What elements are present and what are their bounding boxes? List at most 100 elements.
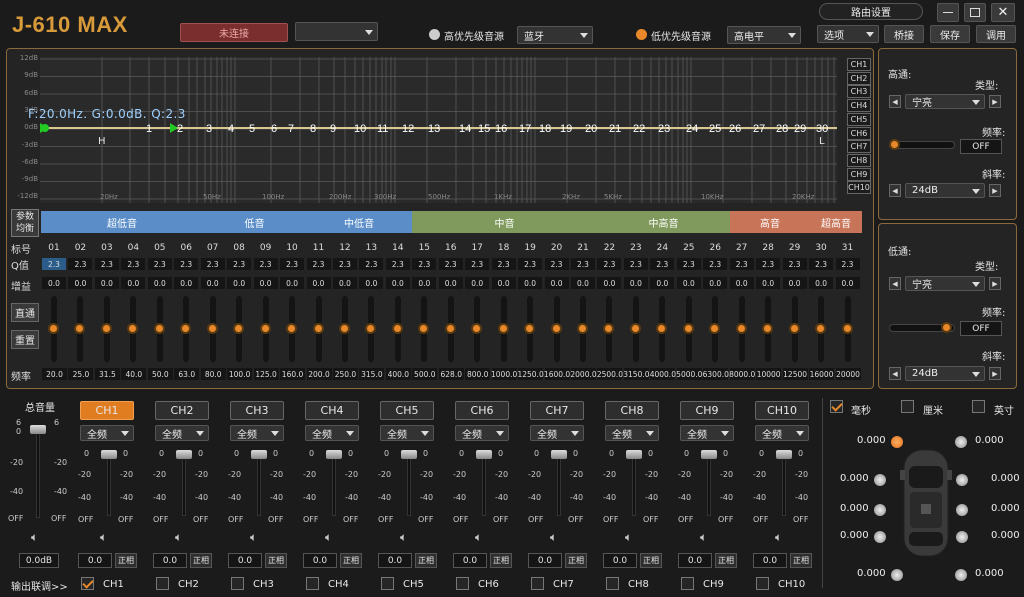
delay-value[interactable]: 0.000 [975,568,1004,579]
eq-q-value[interactable]: 2.3 [835,258,860,270]
link-checkbox[interactable] [681,577,694,590]
eq-gain-knob[interactable] [259,323,271,334]
eq-gain-value[interactable]: 0.0 [650,277,675,289]
maximize-button[interactable] [964,3,986,22]
channel-tab-9[interactable]: CH9 [680,401,734,420]
link-checkbox[interactable] [531,577,544,590]
channel-volume-track[interactable] [107,452,111,516]
eq-freq-value[interactable]: 20000 [835,368,861,380]
channel-tab-6[interactable]: CH6 [455,401,509,420]
channel-volume-value[interactable]: 0.0 [78,553,112,568]
channel-volume-value[interactable]: 0.0 [228,553,262,568]
source-hi-radio[interactable] [429,29,440,40]
delay-knob[interactable] [955,436,967,448]
channel-volume-knob[interactable] [326,450,342,459]
speaker-icon[interactable]: 🔈︎ [325,530,332,545]
eq-gain-value[interactable]: 0.0 [147,277,172,289]
lp-type-prev[interactable]: ◀ [889,277,901,290]
channel-phase-button[interactable]: 正相 [715,553,737,568]
channel-volume-track[interactable] [557,452,561,516]
eq-gain-knob[interactable] [841,323,853,334]
eq-q-value[interactable]: 2.3 [385,258,410,270]
eq-q-value[interactable]: 2.3 [597,258,622,270]
source-lo-select[interactable]: 高电平 [727,26,801,44]
eq-freq-value[interactable]: 16000 [809,368,835,380]
eq-gain-value[interactable]: 0.0 [227,277,252,289]
channel-volume-value[interactable]: 0.0 [678,553,712,568]
channel-phase-button[interactable]: 正相 [490,553,512,568]
eq-gain-knob[interactable] [497,323,509,334]
channel-volume-knob[interactable] [626,450,642,459]
channel-filter-select[interactable]: 全频 [605,425,659,441]
eq-freq-value[interactable]: 1250.0 [517,368,544,380]
eq-gain-knob[interactable] [550,323,562,334]
eq-gain-value[interactable]: 0.0 [332,277,357,289]
hp-type-prev[interactable]: ◀ [889,95,901,108]
graph-channel-10[interactable]: CH10 [847,181,871,195]
speaker-icon[interactable]: 🔈︎ [400,530,407,545]
eq-freq-value[interactable]: 8000.0 [729,368,755,380]
eq-q-value[interactable]: 2.3 [544,258,569,270]
delay-value[interactable]: 0.000 [857,568,886,579]
bridge-button[interactable]: 桥接 [884,25,924,43]
hp-slope-next[interactable]: ▶ [989,184,1001,197]
eq-gain-value[interactable]: 0.0 [756,277,781,289]
eq-gain-value[interactable]: 0.0 [306,277,331,289]
eq-freq-value[interactable]: 200.0 [306,368,332,380]
unit-checkbox[interactable] [830,400,843,413]
hp-freq-knob[interactable] [889,139,900,150]
eq-freq-value[interactable]: 800.0 [465,368,491,380]
source-hi-select[interactable]: 蓝牙 [517,26,593,44]
lp-type-select[interactable]: 宁亮 [905,276,985,291]
channel-volume-knob[interactable] [476,450,492,459]
link-checkbox[interactable] [606,577,619,590]
eq-q-value[interactable]: 2.3 [465,258,490,270]
channel-volume-knob[interactable] [176,450,192,459]
close-button[interactable]: ✕ [991,3,1015,22]
eq-gain-value[interactable]: 0.0 [280,277,305,289]
channel-phase-button[interactable]: 正相 [340,553,362,568]
eq-gain-knob[interactable] [682,323,694,334]
eq-freq-value[interactable]: 6300.0 [703,368,729,380]
channel-volume-track[interactable] [482,452,486,516]
unit-checkbox[interactable] [901,400,914,413]
eq-gain-knob[interactable] [788,323,800,334]
device-select[interactable] [295,22,378,41]
channel-volume-track[interactable] [782,452,786,516]
eq-gain-value[interactable]: 0.0 [121,277,146,289]
eq-freq-value[interactable]: 40.0 [121,368,147,380]
channel-volume-track[interactable] [332,452,336,516]
eq-gain-knob[interactable] [338,323,350,334]
lp-type-next[interactable]: ▶ [989,277,1001,290]
eq-gain-knob[interactable] [206,323,218,334]
eq-freq-value[interactable]: 63.0 [174,368,200,380]
eq-gain-value[interactable]: 0.0 [385,277,410,289]
link-checkbox[interactable] [156,577,169,590]
channel-volume-knob[interactable] [701,450,717,459]
eq-graph[interactable]: 1 2 3 4 5 6 7 8 9 10 11 12 13 14 15 16 17 18 19 20 21 22 23 24 2… [40,57,852,203]
channel-filter-select[interactable]: 全频 [305,425,359,441]
channel-phase-button[interactable]: 正相 [265,553,287,568]
channel-volume-value[interactable]: 0.0 [603,553,637,568]
eq-gain-value[interactable]: 0.0 [200,277,225,289]
eq-gain-value[interactable]: 0.0 [253,277,278,289]
eq-freq-value[interactable]: 10000 [756,368,782,380]
eq-gain-value[interactable]: 0.0 [623,277,648,289]
speaker-icon[interactable]: 🔈︎ [475,530,482,545]
speaker-icon[interactable]: 🔈︎ [625,530,632,545]
delay-value[interactable]: 0.000 [991,503,1020,514]
lp-slope-select[interactable]: 24dB [905,366,985,381]
lp-freq-knob[interactable] [941,322,952,333]
eq-freq-value[interactable]: 5000.0 [676,368,702,380]
eq-freq-value[interactable]: 3150.0 [623,368,650,380]
channel-volume-track[interactable] [407,452,411,516]
eq-gain-value[interactable]: 0.0 [597,277,622,289]
minimize-button[interactable] [937,3,959,22]
eq-gain-knob[interactable] [815,323,827,334]
channel-volume-track[interactable] [257,452,261,516]
delay-value[interactable]: 0.000 [840,503,869,514]
channel-volume-value[interactable]: 0.0 [303,553,337,568]
eq-q-value[interactable]: 2.3 [280,258,305,270]
eq-gain-knob[interactable] [153,323,165,334]
load-button[interactable]: 调用 [976,25,1016,43]
